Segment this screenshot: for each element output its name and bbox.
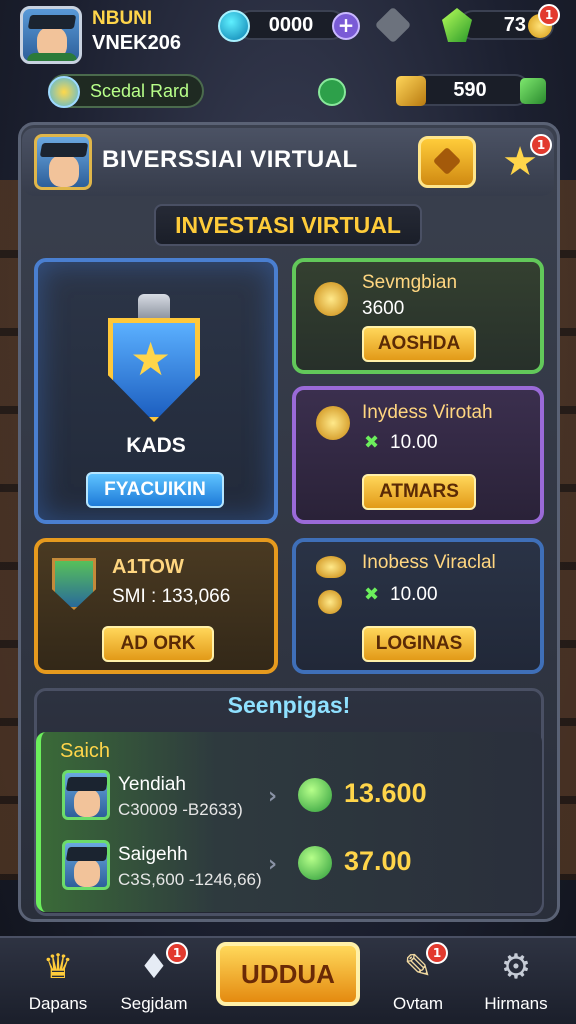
card-main-title: KADS (126, 434, 186, 457)
green-x-icon: ✖ (364, 432, 380, 453)
chevron-right-icon[interactable]: › (268, 852, 277, 877)
green-cube-icon[interactable] (520, 78, 546, 104)
leaderboard-list (36, 732, 542, 912)
card-purple-value: 10.00 (390, 432, 438, 453)
notification-badge: 1 (538, 4, 560, 26)
header-avatar[interactable] (34, 134, 92, 190)
row-avatar[interactable] (62, 840, 110, 890)
nav-label: Ovtam (392, 994, 444, 1013)
special-card-icon (48, 76, 80, 108)
green-x-icon: ✖ (364, 584, 380, 605)
chevron-right-icon[interactable]: › (268, 784, 277, 809)
leaderboard-title: Seenpigas! (227, 692, 351, 718)
cube-currency-value: 590 (453, 78, 487, 101)
leaderboard-label: Saich (60, 740, 111, 762)
row-score: 13.600 (344, 778, 427, 808)
row-sub: C30009 -B2633) (118, 800, 243, 819)
trophy-icon: ♛ (42, 947, 74, 987)
nav-label: Dapans (28, 994, 88, 1013)
graduation-cap-icon (65, 847, 107, 861)
row-name: Yendiah (118, 774, 186, 795)
green-gem-icon (298, 778, 332, 812)
gold-key-icon (316, 406, 350, 440)
section-title: INVESTASI VIRTUAL (154, 204, 422, 246)
card-darkblue-button[interactable]: LOGINAS (362, 626, 476, 662)
nav-label: Hirmans (484, 994, 548, 1013)
nav-item-dapans[interactable]: ♛ Dapans (10, 940, 106, 1024)
graduation-cap-icon (39, 143, 89, 157)
card-orange-button[interactable]: AD ORK (102, 626, 214, 662)
add-currency-button[interactable]: + (332, 12, 360, 40)
avatar-face (49, 155, 79, 187)
star-emblem-icon: ★ (130, 332, 172, 386)
panel-title: BIVERSSIAI VIRTUAL (102, 146, 358, 173)
lamp-icon (138, 294, 170, 320)
ore-icon (374, 6, 412, 44)
teal-currency-value: 0000 (268, 13, 314, 36)
card-orange-value: SMI : 133,066 (112, 586, 231, 607)
player-name: NBUNI (92, 8, 153, 29)
bowl-icon (316, 556, 346, 578)
gold-trophy-icon (314, 282, 348, 316)
teal-currency-pill: 0000 (236, 10, 346, 40)
nav-label: Segjdam (120, 994, 188, 1013)
card-green-button[interactable]: AOSHDA (362, 326, 476, 362)
graduation-cap-icon (65, 777, 107, 791)
player-avatar[interactable] (20, 6, 82, 64)
green-gem-icon (298, 846, 332, 880)
card-darkblue-value: 10.00 (390, 584, 438, 605)
nav-item-ovtam[interactable]: ✎ Ovtam (370, 940, 466, 1024)
nav-item-hirmans[interactable]: ⚙ Hirmans (468, 940, 564, 1024)
coin-icon (318, 590, 342, 614)
gold-cube-icon (396, 76, 426, 106)
player-id: VNEK206 (92, 32, 181, 54)
gear-icon: ⚙ (500, 947, 532, 987)
card-darkblue-title: Inobess Viraclal (362, 552, 496, 573)
special-card-label: Scedal Rard (90, 81, 190, 101)
nav-main-button[interactable]: UDDUA (216, 942, 360, 1006)
bookshelf-right (558, 180, 576, 880)
clover-icon[interactable] (318, 78, 346, 106)
avatar-body (27, 53, 77, 61)
card-purple-title: Inydess Virotah (362, 402, 493, 423)
notification-badge: 1 (166, 942, 188, 964)
top-bar: NBUNI VNEK206 0000 + 73 1 (0, 0, 576, 70)
settings-diamond-button[interactable] (418, 136, 476, 188)
row-score: 37.00 (344, 846, 412, 876)
row-avatar[interactable] (62, 770, 110, 820)
card-green-title: Sevmgbian (362, 272, 458, 293)
bookshelf-left (0, 180, 18, 880)
star-badge: 1 (530, 134, 552, 156)
avatar-face (74, 789, 100, 817)
card-main-button[interactable]: FYACUIKIN (86, 472, 224, 508)
graduation-cap-icon (27, 15, 77, 29)
card-purple-button[interactable]: ATMARS (362, 474, 476, 510)
card-green-value: 3600 (362, 298, 405, 319)
cube-currency-pill: 590 (410, 74, 530, 106)
card-orange-title: A1TOW (112, 556, 184, 578)
teal-gem-icon (218, 10, 250, 42)
notification-badge: 1 (426, 942, 448, 964)
row-sub: C3S,600 -1246,66) (118, 870, 262, 889)
row-name: Saigehh (118, 844, 188, 865)
gem-currency-value: 73 (503, 13, 526, 36)
avatar-face (74, 859, 100, 887)
